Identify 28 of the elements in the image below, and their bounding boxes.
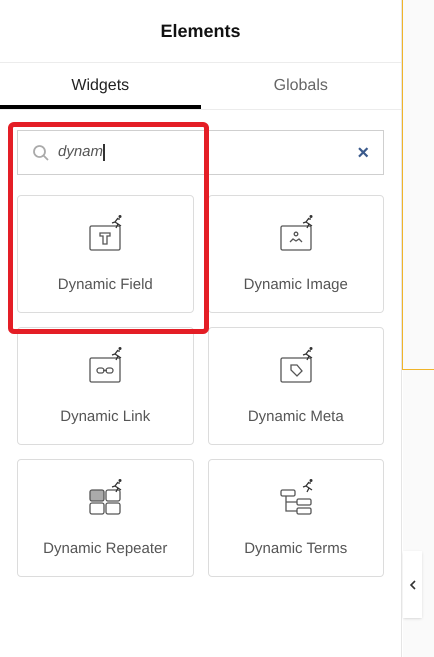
widget-icon xyxy=(87,214,124,252)
widget-card[interactable]: Dynamic Repeater xyxy=(17,459,194,577)
clear-button[interactable]: × xyxy=(357,142,369,162)
tab[interactable]: Globals xyxy=(200,63,401,109)
widget-card[interactable]: Dynamic Meta xyxy=(208,327,384,445)
widget-card[interactable]: Dynamic Image xyxy=(208,195,384,313)
widget-icon xyxy=(278,478,314,516)
widget-label: Dynamic Field xyxy=(58,275,153,295)
widget-icon xyxy=(278,346,314,384)
search-value: dynam xyxy=(58,142,104,162)
search-icon xyxy=(32,144,50,162)
widget-card[interactable]: Dynamic Terms xyxy=(208,459,384,577)
widget-icon xyxy=(87,478,124,516)
widget-label: Dynamic Image xyxy=(244,275,348,295)
widget-label: Dynamic Link xyxy=(60,407,150,427)
widget-label: Dynamic Terms xyxy=(244,539,348,559)
collapse-button[interactable] xyxy=(403,551,422,618)
search-field[interactable]: dynam × xyxy=(17,130,384,175)
widget-label: Dynamic Meta xyxy=(248,407,344,427)
widget-icon xyxy=(278,214,314,252)
widget-card[interactable]: Dynamic Link xyxy=(17,327,194,445)
chevron-left-icon xyxy=(408,580,416,590)
widget-card[interactable]: Dynamic Field xyxy=(17,195,194,313)
tab[interactable]: Widgets xyxy=(0,63,200,109)
text-cursor xyxy=(103,144,106,161)
panel-title: Elements xyxy=(160,20,241,42)
widget-label: Dynamic Repeater xyxy=(43,539,168,559)
widget-icon xyxy=(87,346,124,384)
